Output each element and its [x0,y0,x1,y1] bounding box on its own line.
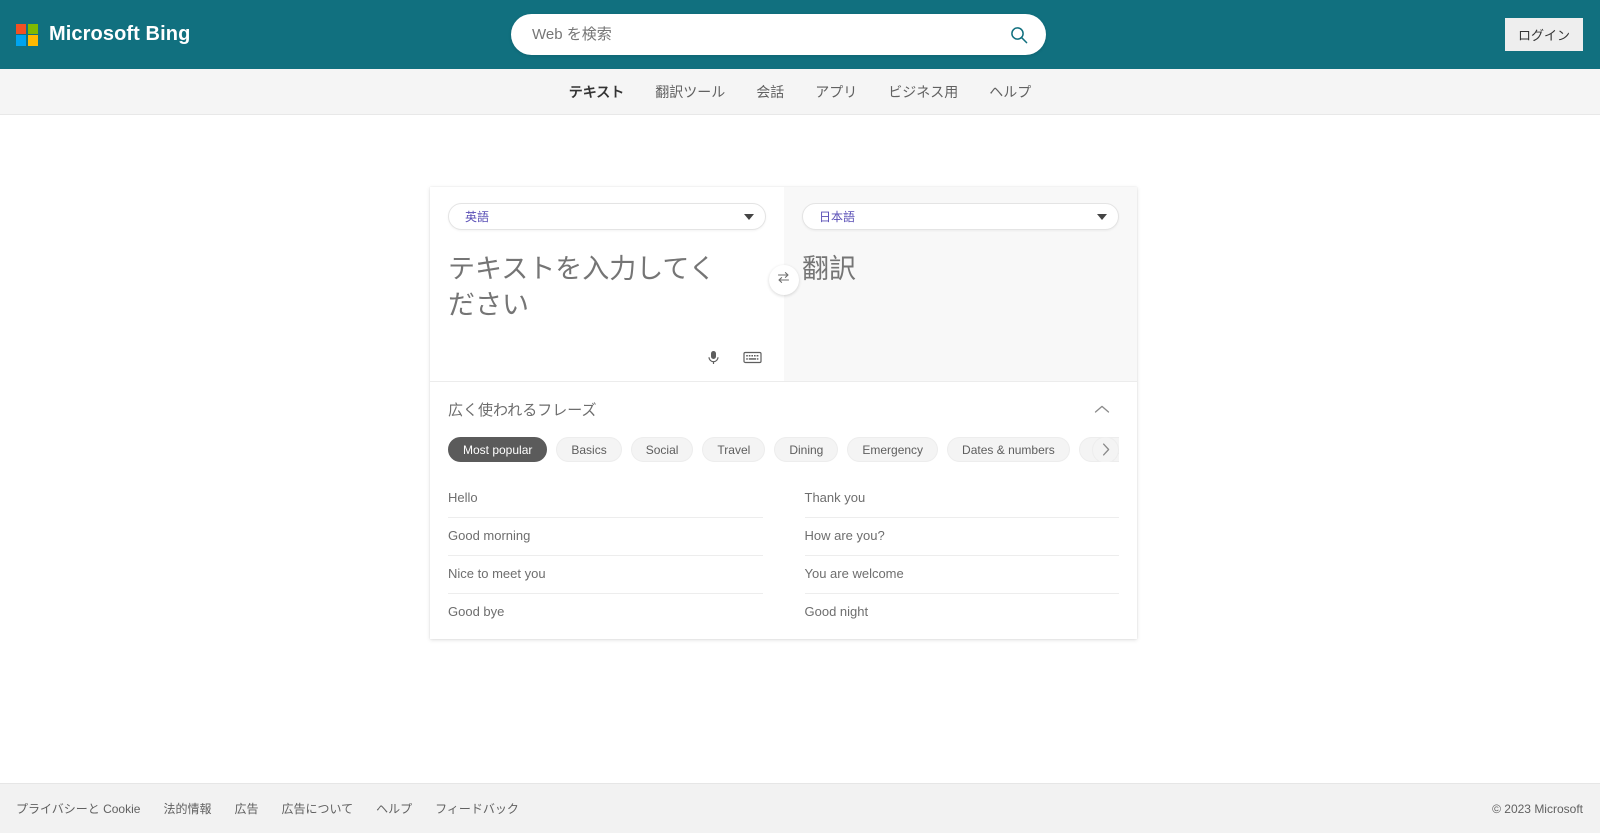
page-body: 英語 テキストを入力してください 日本語 翻訳 広く使われるフレーズ Most … [0,115,1600,823]
list-item[interactable]: You are welcome [804,556,1119,594]
microphone-icon[interactable] [703,347,723,367]
main-navigation: テキスト 翻訳ツール 会話 アプリ ビジネス用 ヘルプ [0,69,1600,115]
chip-most-popular[interactable]: Most popular [448,437,548,462]
footer-link-about-ads[interactable]: 広告について [281,800,353,817]
list-item[interactable]: Good bye [448,594,763,635]
chip-dining[interactable]: Dining [774,437,839,462]
phrase-category-chips: Most popular Basics Social Travel Dining… [448,437,1119,462]
list-item[interactable]: Good night [805,594,1120,635]
list-item[interactable]: Nice to meet you [448,556,763,594]
nav-item-business[interactable]: ビジネス用 [888,82,958,102]
target-language-label: 日本語 [819,210,856,224]
swap-languages-icon [776,270,791,290]
chevron-right-icon[interactable] [1092,437,1119,462]
swap-languages-button[interactable] [768,265,799,295]
nav-item-help[interactable]: ヘルプ [989,82,1031,102]
page-footer: プライバシーと Cookie 法的情報 広告 広告について ヘルプ フィードバッ… [0,783,1600,833]
list-item[interactable]: How are you? [804,518,1119,556]
translation-output: 翻訳 [802,254,856,284]
chip-social[interactable]: Social [630,437,694,462]
chevron-down-icon [744,213,754,220]
chip-dates-numbers[interactable]: Dates & numbers [947,437,1070,462]
footer-link-help[interactable]: ヘルプ [376,800,412,817]
target-pane: 日本語 翻訳 [784,187,1137,381]
list-item[interactable]: Thank you [804,480,1119,518]
brand-logo-link[interactable]: Microsoft Bing [16,23,190,46]
list-item[interactable]: Good morning [448,518,763,556]
footer-link-legal[interactable]: 法的情報 [163,800,211,817]
source-language-label: 英語 [465,210,490,224]
common-phrases-title: 広く使われるフレーズ [448,401,597,419]
microsoft-logo-icon [16,23,38,46]
source-input-tools [703,347,762,367]
nav-item-translation-tools[interactable]: 翻訳ツール [655,82,725,102]
footer-links: プライバシーと Cookie 法的情報 広告 広告について ヘルプ フィードバッ… [16,800,519,817]
chevron-up-icon[interactable] [1091,398,1113,420]
phrase-list: Hello Thank you Good morning How are you… [448,480,1119,639]
target-language-select[interactable]: 日本語 [802,203,1119,230]
search-icon[interactable] [1008,24,1030,46]
footer-link-privacy-cookies[interactable]: プライバシーと Cookie [16,800,140,817]
common-phrases-section: 広く使われるフレーズ Most popular Basics Social Tr… [430,382,1137,639]
chip-travel[interactable]: Travel [702,437,766,462]
copyright-text: © 2023 Microsoft [1492,801,1583,816]
nav-item-conversation[interactable]: 会話 [756,82,784,102]
footer-link-advertise[interactable]: 広告 [234,800,258,817]
search-input[interactable] [532,26,1008,43]
brand-name: Microsoft Bing [49,23,191,45]
keyboard-icon[interactable] [742,347,762,367]
source-pane: 英語 テキストを入力してください [430,187,784,381]
page-header: Microsoft Bing ログイン [0,0,1600,69]
search-bar[interactable] [511,14,1046,55]
chip-emergency[interactable]: Emergency [847,437,939,462]
signin-button[interactable]: ログイン [1504,18,1583,51]
nav-item-text[interactable]: テキスト [569,82,625,102]
chip-basics[interactable]: Basics [556,437,622,462]
source-language-select[interactable]: 英語 [448,203,766,230]
chevron-down-icon [1097,213,1107,220]
list-item[interactable]: Hello [448,480,763,518]
nav-item-apps[interactable]: アプリ [815,82,857,102]
common-phrases-header: 広く使われるフレーズ [448,398,1119,420]
footer-link-feedback[interactable]: フィードバック [435,800,519,817]
translate-panels: 英語 テキストを入力してください 日本語 翻訳 [430,187,1137,382]
source-text-input[interactable]: テキストを入力してください [448,251,720,324]
translator-card: 英語 テキストを入力してください 日本語 翻訳 広く使われるフレーズ Most … [430,187,1137,639]
